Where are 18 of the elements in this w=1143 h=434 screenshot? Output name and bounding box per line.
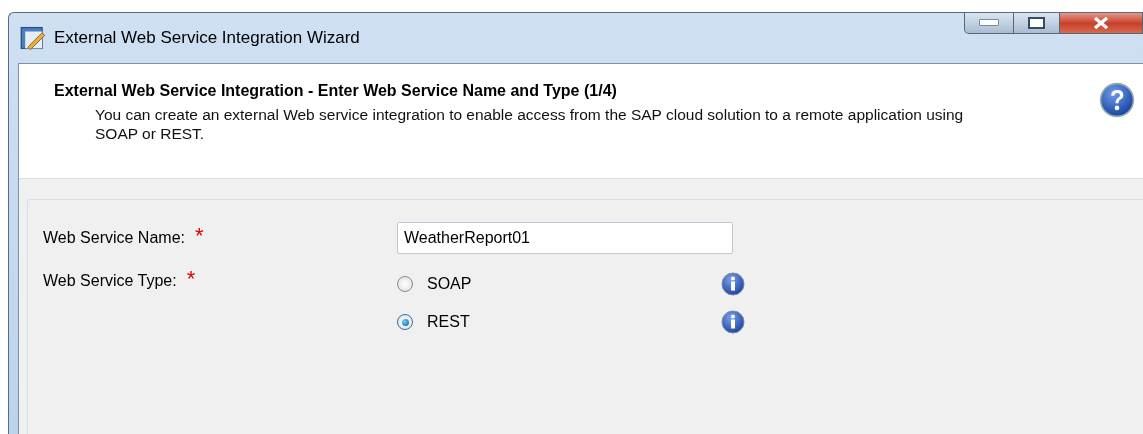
step-title: External Web Service Integration - Enter Web Service Name and Type (1/4)	[54, 82, 618, 100]
maximize-button[interactable]	[1014, 13, 1060, 34]
close-icon	[1091, 15, 1111, 30]
radio-option[interactable]: REST	[397, 313, 470, 331]
required-mark: *	[186, 272, 196, 290]
wizard-icon	[20, 25, 46, 51]
window-title: External Web Service Integration Wizard	[54, 28, 360, 48]
field-label: Web Service Type:	[43, 272, 177, 290]
close-button[interactable]	[1060, 13, 1143, 34]
info-icon[interactable]	[721, 310, 745, 334]
radio-option[interactable]: SOAP	[397, 275, 472, 293]
minimize-button[interactable]	[964, 13, 1014, 34]
field-label: Web Service Name:	[43, 229, 185, 247]
name-input-field[interactable]: WeatherReport01	[397, 222, 733, 254]
required-mark: *	[195, 229, 204, 247]
help-icon[interactable]	[1099, 82, 1135, 118]
step-description: You can create an external Web service integration to enable access from the SAP cloud solution to a remote application using SOAP or REST.	[94, 106, 965, 144]
info-icon[interactable]	[721, 272, 745, 296]
